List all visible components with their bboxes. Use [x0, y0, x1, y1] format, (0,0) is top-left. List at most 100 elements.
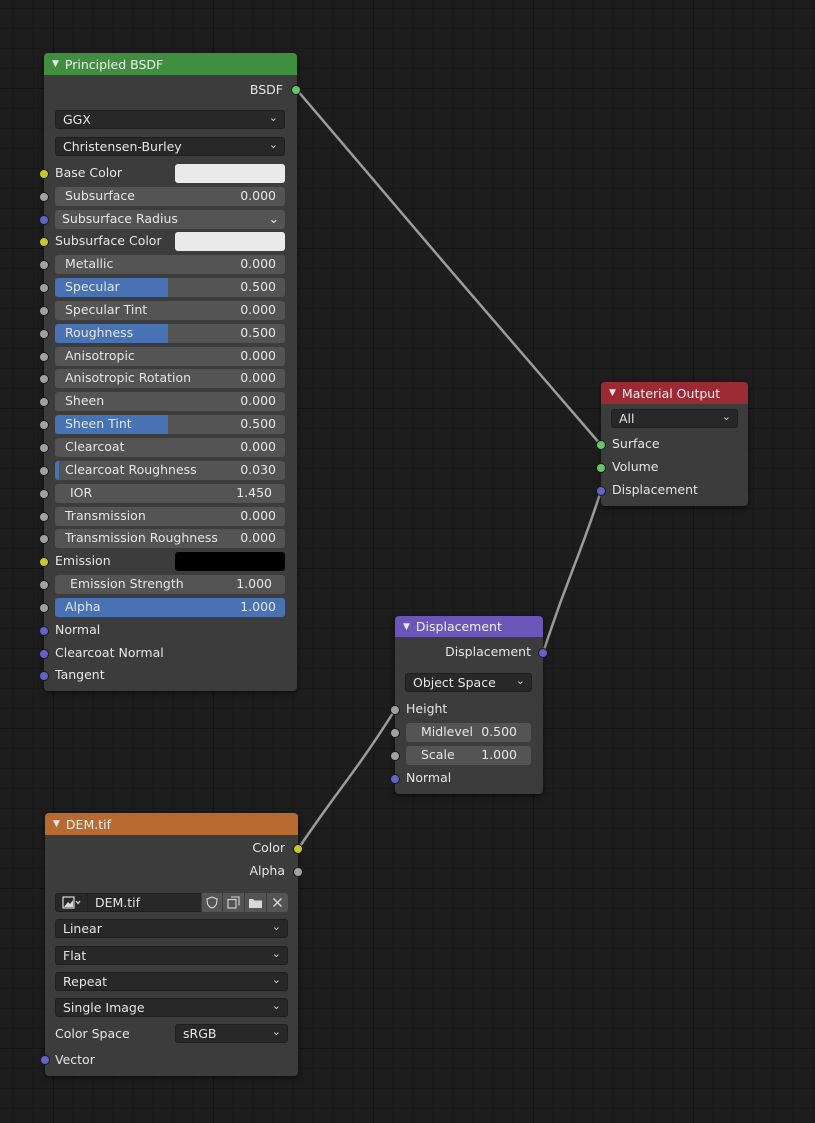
- alpha-output-label: Alpha: [249, 863, 285, 878]
- vector-input-socket[interactable]: [40, 1055, 50, 1065]
- subsurface-field[interactable]: Subsurface 0.000: [55, 187, 285, 206]
- target-dropdown[interactable]: All ⌄: [611, 409, 738, 428]
- collapse-triangle-icon[interactable]: ▼: [403, 622, 410, 632]
- emission-socket[interactable]: [39, 557, 49, 567]
- metallic-socket[interactable]: [39, 260, 49, 270]
- source-dropdown[interactable]: Single Image ⌄: [55, 998, 288, 1017]
- specular-field[interactable]: Specular 0.500: [55, 278, 285, 297]
- collapse-triangle-icon[interactable]: ▼: [53, 819, 60, 829]
- subsurface-color-swatch[interactable]: [175, 232, 285, 251]
- surface-input-socket[interactable]: [596, 440, 606, 450]
- link-displacement-to-output: [541, 490, 603, 654]
- subsurface-socket[interactable]: [39, 192, 49, 202]
- image-texture-header[interactable]: ▼ DEM.tif: [45, 813, 298, 835]
- alpha-field[interactable]: Alpha 1.000: [55, 598, 285, 617]
- subsurface-color-socket[interactable]: [39, 237, 49, 247]
- image-datablock-selector[interactable]: DEM.tif: [55, 893, 288, 912]
- color-output-label: Color: [252, 840, 285, 855]
- link-color-to-height: [296, 709, 397, 850]
- specular-tint-socket[interactable]: [39, 306, 49, 316]
- roughness-field[interactable]: Roughness 0.500: [55, 324, 285, 343]
- roughness-socket[interactable]: [39, 329, 49, 339]
- emission-strength-field[interactable]: Emission Strength 1.000: [55, 575, 285, 594]
- height-input-socket[interactable]: [390, 705, 400, 715]
- interpolation-dropdown[interactable]: Linear ⌄: [55, 919, 288, 938]
- anisotropic-rotation-field[interactable]: Anisotropic Rotation 0.000: [55, 369, 285, 388]
- image-type-icon[interactable]: [55, 893, 88, 912]
- color-space-dropdown[interactable]: sRGB ⌄: [175, 1024, 288, 1043]
- material-output-header[interactable]: ▼ Material Output: [601, 382, 748, 404]
- clearcoat-roughness-socket[interactable]: [39, 466, 49, 476]
- transmission-roughness-field[interactable]: Transmission Roughness 0.000: [55, 529, 285, 548]
- specular-socket[interactable]: [39, 283, 49, 293]
- displacement-header[interactable]: ▼ Displacement: [395, 616, 543, 637]
- transmission-roughness-socket[interactable]: [39, 534, 49, 544]
- ior-socket[interactable]: [39, 489, 49, 499]
- sheen-tint-field[interactable]: Sheen Tint 0.500: [55, 415, 285, 434]
- bsdf-output-socket[interactable]: [291, 85, 301, 95]
- scale-field[interactable]: Scale 1.000: [406, 746, 531, 765]
- clearcoat-normal-socket[interactable]: [39, 649, 49, 659]
- distribution-dropdown[interactable]: GGX ⌄: [55, 110, 285, 129]
- space-dropdown[interactable]: Object Space ⌄: [405, 673, 532, 692]
- tangent-socket[interactable]: [39, 671, 49, 681]
- principled-bsdf-node[interactable]: ▼ Principled BSDF BSDF GGX ⌄ Christensen…: [39, 53, 301, 691]
- anisotropic-rotation-socket[interactable]: [39, 374, 49, 384]
- displacement-label: Displacement: [612, 482, 698, 497]
- subsurface-radius-socket[interactable]: [39, 215, 49, 225]
- bsdf-output-label: BSDF: [249, 82, 283, 97]
- color-output-socket[interactable]: [293, 844, 303, 854]
- volume-input-socket[interactable]: [596, 463, 606, 473]
- emission-label: Emission: [55, 553, 111, 568]
- image-name-field[interactable]: DEM.tif: [88, 893, 202, 912]
- extension-dropdown[interactable]: Repeat ⌄: [55, 972, 288, 991]
- transmission-field[interactable]: Transmission 0.000: [55, 507, 285, 526]
- vector-label: Vector: [55, 1052, 95, 1067]
- alpha-socket[interactable]: [39, 603, 49, 613]
- height-label: Height: [406, 701, 448, 716]
- collapse-triangle-icon[interactable]: ▼: [52, 59, 59, 69]
- midlevel-input-socket[interactable]: [390, 728, 400, 738]
- sheen-tint-socket[interactable]: [39, 420, 49, 430]
- displacement-node[interactable]: ▼ Displacement Displacement Object Space…: [390, 616, 548, 794]
- normal-socket[interactable]: [39, 626, 49, 636]
- emission-strength-socket[interactable]: [39, 580, 49, 590]
- specular-tint-field[interactable]: Specular Tint 0.000: [55, 301, 285, 320]
- node-title: Displacement: [415, 619, 502, 634]
- anisotropic-field[interactable]: Anisotropic 0.000: [55, 347, 285, 366]
- displacement-output-socket[interactable]: [538, 648, 548, 658]
- scale-input-socket[interactable]: [390, 751, 400, 761]
- collapse-triangle-icon[interactable]: ▼: [609, 388, 616, 398]
- tangent-label: Tangent: [55, 667, 105, 682]
- ior-field[interactable]: IOR 1.450: [55, 484, 285, 503]
- transmission-socket[interactable]: [39, 512, 49, 522]
- subsurface-radius-field[interactable]: Subsurface Radius ⌄: [55, 210, 285, 229]
- open-folder-icon[interactable]: [245, 893, 267, 912]
- fake-user-shield-icon[interactable]: [202, 893, 223, 912]
- color-space-label: Color Space: [55, 1026, 130, 1041]
- projection-dropdown[interactable]: Flat ⌄: [55, 946, 288, 965]
- sheen-field[interactable]: Sheen 0.000: [55, 392, 285, 411]
- clearcoat-socket[interactable]: [39, 443, 49, 453]
- base-color-socket[interactable]: [39, 169, 49, 179]
- duplicate-icon[interactable]: [223, 893, 245, 912]
- sheen-socket[interactable]: [39, 397, 49, 407]
- midlevel-field[interactable]: Midlevel 0.500: [406, 723, 531, 742]
- metallic-field[interactable]: Metallic 0.000: [55, 255, 285, 274]
- displacement-input-socket[interactable]: [596, 486, 606, 496]
- clearcoat-roughness-field[interactable]: Clearcoat Roughness 0.030: [55, 461, 285, 480]
- alpha-output-socket[interactable]: [293, 867, 303, 877]
- image-texture-node[interactable]: ▼ DEM.tif Color Alpha DEM.tif Linear ⌄ F…: [40, 813, 303, 1076]
- material-output-node[interactable]: ▼ Material Output All ⌄ Surface Volume D…: [596, 382, 748, 506]
- emission-color-swatch[interactable]: [175, 552, 285, 571]
- base-color-swatch[interactable]: [175, 164, 285, 183]
- link-bsdf-to-surface: [296, 89, 602, 446]
- unlink-x-icon[interactable]: [267, 893, 288, 912]
- chevron-down-icon: ⌄: [268, 211, 279, 226]
- principled-bsdf-header[interactable]: ▼ Principled BSDF: [44, 53, 297, 75]
- clearcoat-field[interactable]: Clearcoat 0.000: [55, 438, 285, 457]
- clearcoat-normal-label: Clearcoat Normal: [55, 645, 164, 660]
- normal-input-socket[interactable]: [390, 774, 400, 784]
- subsurface-method-dropdown[interactable]: Christensen-Burley ⌄: [55, 137, 285, 156]
- anisotropic-socket[interactable]: [39, 352, 49, 362]
